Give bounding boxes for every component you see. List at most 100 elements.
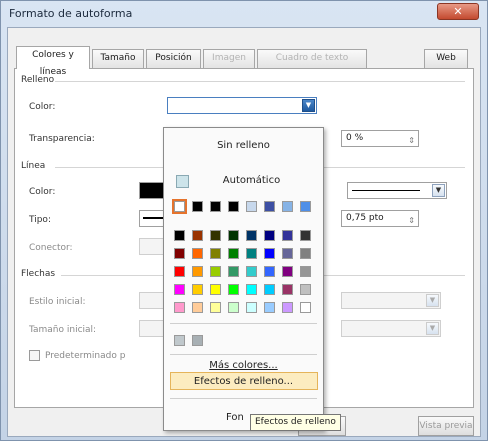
color-swatch[interactable] [174,284,185,295]
color-swatch[interactable] [300,302,311,313]
color-swatch[interactable] [264,284,275,295]
color-swatch[interactable] [172,199,187,214]
color-swatch[interactable] [300,266,311,277]
tab-label: Web [436,53,456,63]
color-swatch[interactable] [282,248,293,259]
recent-color-swatch[interactable] [192,335,203,346]
color-swatch[interactable] [264,230,275,241]
divider [170,323,317,324]
color-swatch[interactable] [192,230,203,241]
divider [55,81,465,82]
color-swatch[interactable] [246,201,257,212]
title-bar: Formato de autoforma ✕ [1,1,487,27]
color-swatch[interactable] [192,201,203,212]
color-swatch[interactable] [210,284,221,295]
color-swatch[interactable] [282,266,293,277]
color-swatch[interactable] [228,248,239,259]
mas-colores-item[interactable]: Más colores... [164,360,323,371]
color-swatch[interactable] [228,302,239,313]
color-swatch[interactable] [282,284,293,295]
fondo-item[interactable]: Fon [226,412,244,423]
color-swatch[interactable] [174,266,185,277]
close-button[interactable]: ✕ [437,3,479,20]
tab-imagen: Imagen [203,49,255,68]
tab-colores-lineas[interactable]: Colores y líneas [16,46,90,77]
estilo-inicial-label: Estilo inicial: [29,297,86,307]
transparencia-input[interactable]: 0 % ⇕ [341,130,419,147]
tab-label: Imagen [212,53,246,63]
linea-estilo-dropdown[interactable]: ▼ [347,182,447,199]
color-swatch[interactable] [300,230,311,241]
section-linea: Línea [21,161,46,171]
color-swatch[interactable] [264,302,275,313]
section-flechas: Flechas [21,269,56,279]
predeterminado-checkbox[interactable] [29,350,40,361]
tooltip: Efectos de relleno [250,414,341,431]
color-swatch[interactable] [174,230,185,241]
color-swatch[interactable] [192,266,203,277]
color-swatch[interactable] [174,302,185,313]
transparencia-label: Transparencia: [29,134,95,144]
color-swatch[interactable] [246,284,257,295]
color-swatch[interactable] [192,248,203,259]
color-swatch[interactable] [246,266,257,277]
tab-label: Tamaño [100,53,136,63]
tab-cuadro-texto: Cuadro de texto [257,49,367,68]
tipo-label: Tipo: [29,215,51,225]
tab-tamano[interactable]: Tamaño [92,49,144,68]
tamano-inicial-label: Tamaño inicial: [29,325,97,335]
color-swatch[interactable] [210,230,221,241]
color-swatch[interactable] [300,248,311,259]
tab-label: Posición [155,53,192,63]
color-swatch[interactable] [300,201,311,212]
vista-previa-button: Vista previa [418,416,474,436]
color-swatch[interactable] [210,266,221,277]
divider [170,354,317,355]
color-swatch[interactable] [228,266,239,277]
color-swatch[interactable] [228,284,239,295]
color-swatch[interactable] [282,201,293,212]
spinner-icon[interactable]: ⇕ [408,133,415,148]
conector-label: Conector: [29,243,73,253]
color-swatch[interactable] [174,248,185,259]
color-swatch[interactable] [300,284,311,295]
tab-posicion[interactable]: Posición [146,49,201,68]
color-swatch[interactable] [246,302,257,313]
tab-web[interactable]: Web [424,49,468,68]
recent-color-swatch[interactable] [174,335,185,346]
tamano-final-dropdown: ▼ [341,320,441,337]
sin-relleno-item[interactable]: Sin relleno [164,140,323,151]
color-swatch[interactable] [282,302,293,313]
color-swatch[interactable] [210,302,221,313]
vista-previa-label: Vista previa [419,421,473,431]
color-swatch[interactable] [282,230,293,241]
color-swatch[interactable] [264,201,275,212]
automatico-item[interactable]: Automático [164,175,323,186]
color-swatch[interactable] [264,266,275,277]
transparencia-value: 0 % [346,133,364,143]
chevron-down-icon: ▼ [426,322,439,335]
color-swatch[interactable] [228,230,239,241]
chevron-down-icon[interactable]: ▼ [302,99,315,112]
relleno-color-label: Color: [29,102,56,112]
color-swatch[interactable] [192,302,203,313]
window-title: Formato de autoforma [9,7,133,20]
estilo-final-dropdown: ▼ [341,292,441,309]
color-swatch[interactable] [228,201,239,212]
chevron-down-icon: ▼ [426,294,439,307]
color-swatch[interactable] [192,284,203,295]
color-swatch[interactable] [210,248,221,259]
predeterminado-label: Predeterminado p [45,351,126,361]
color-swatch[interactable] [264,248,275,259]
chevron-down-icon[interactable]: ▼ [432,184,445,197]
divider [170,398,317,399]
grosor-input[interactable]: 0,75 pto ⇕ [341,210,419,227]
color-swatch[interactable] [210,201,221,212]
linea-color-label: Color: [29,187,56,197]
spinner-icon[interactable]: ⇕ [408,213,415,228]
color-swatch[interactable] [246,248,257,259]
color-picker-popup: Sin relleno Automático Más colores... Ef… [163,127,324,431]
relleno-color-dropdown[interactable]: ▼ [167,97,317,114]
color-swatch[interactable] [246,230,257,241]
grosor-value: 0,75 pto [346,213,384,223]
